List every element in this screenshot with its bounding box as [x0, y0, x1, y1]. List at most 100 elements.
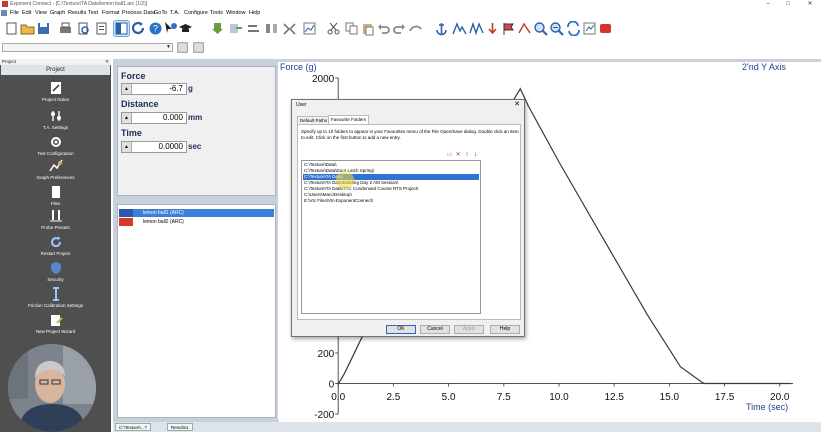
flag-icon[interactable] [501, 21, 516, 36]
y-tick-label: 200 [318, 349, 335, 360]
tab-results1[interactable]: Results1 [167, 423, 193, 431]
apply-button[interactable]: Apply [454, 325, 484, 334]
close-window-button[interactable]: ✕ [802, 0, 818, 8]
add-folder-icon[interactable]: ▭ [446, 152, 453, 159]
sort-icon[interactable] [264, 21, 279, 36]
undo-icon[interactable] [376, 21, 391, 36]
arrow-down-icon[interactable] [210, 21, 225, 36]
graduation-cap-icon[interactable] [178, 21, 193, 36]
project-item-label: Friction Calibration Settings [27, 303, 84, 308]
print-preview-icon[interactable] [76, 21, 91, 36]
menu-window[interactable]: Window [226, 9, 246, 17]
paste-icon[interactable] [360, 21, 375, 36]
menu-ta[interactable]: T.A. [170, 9, 179, 17]
project-item-friction-calibration[interactable]: Friction Calibration Settings [0, 287, 111, 308]
distance-spin-icon[interactable]: ▲ [122, 113, 132, 123]
merge-icon[interactable] [282, 21, 297, 36]
redo-icon[interactable] [392, 21, 407, 36]
help-icon[interactable]: ? [148, 21, 163, 36]
redo-all-icon[interactable] [408, 21, 423, 36]
move-down-icon[interactable]: ↓ [472, 152, 479, 159]
project-item-restart-project[interactable]: Restart Project [0, 235, 111, 256]
file-row-2[interactable]: lemon ball2 (ARC) [119, 218, 274, 226]
project-item-probe-presets[interactable]: Probe Presets [0, 209, 111, 230]
red-stop-icon[interactable] [598, 21, 613, 36]
project-item-new-project-wizard[interactable]: New Project Wizard [0, 313, 111, 334]
project-item-label: Graph Preferences [36, 175, 75, 180]
print-icon[interactable] [58, 21, 73, 36]
anchor-icon[interactable] [434, 21, 449, 36]
folder-list-tools: ▭ ✕ ↑ ↓ [446, 152, 479, 160]
document-tabs: C:\Texture\...? Results1 [113, 422, 821, 432]
menu-format[interactable]: Format [102, 9, 119, 17]
project-item-files[interactable]: Files [0, 185, 111, 206]
split-window-icon[interactable] [113, 20, 130, 37]
context-help-icon[interactable] [163, 21, 178, 36]
project-item-test-configuration[interactable]: Test Configuration [0, 135, 111, 156]
peak-marker-icon[interactable] [452, 21, 467, 36]
transfer-icon[interactable] [246, 21, 261, 36]
document-export-icon[interactable] [94, 21, 109, 36]
sync-icon[interactable] [566, 21, 581, 36]
file-row-1[interactable]: lemon ball1 (ARC) [119, 209, 274, 217]
minimize-button[interactable]: – [760, 0, 776, 8]
menu-tools[interactable]: Tools [210, 9, 223, 17]
notes-icon [50, 82, 61, 94]
cut-icon[interactable] [326, 21, 341, 36]
cancel-button[interactable]: Cancel [420, 325, 450, 334]
menu-test[interactable]: Test [88, 9, 98, 17]
tab-default-paths[interactable]: Default Paths [297, 116, 331, 124]
drop-marker-icon[interactable] [485, 21, 500, 36]
menu-configure[interactable]: Configure [184, 9, 208, 17]
tab-file-label: C:\Texture\...? [119, 425, 148, 430]
menu-help[interactable]: Help [249, 9, 260, 17]
save-icon[interactable] [36, 21, 51, 36]
zoom-out-icon[interactable] [549, 21, 564, 36]
copy-icon[interactable] [344, 21, 359, 36]
tab-file[interactable]: C:\Texture\...? [115, 423, 152, 431]
import-data-icon[interactable] [228, 21, 243, 36]
new-file-icon[interactable] [4, 21, 19, 36]
delete-folder-icon[interactable]: ✕ [455, 152, 462, 159]
file-select-combo[interactable]: ▼ [2, 43, 173, 52]
time-spin-icon[interactable]: ▲ [122, 142, 132, 152]
refresh-icon[interactable] [131, 21, 146, 36]
project-item-label: Files [50, 201, 61, 206]
move-up-icon[interactable]: ↑ [463, 152, 470, 159]
grid-icon[interactable] [176, 41, 189, 54]
favourite-folders-list[interactable]: C:\Texture\Data\ C:\Texture\Data\Door La… [301, 160, 481, 314]
menu-file[interactable]: File [10, 9, 19, 17]
ok-button[interactable]: OK [386, 325, 416, 334]
project-item-ta-settings[interactable]: T.A. Settings [0, 109, 111, 130]
graph-settings-icon[interactable] [302, 21, 317, 36]
menu-bar: File Edit View Graph Results Test Format… [0, 8, 821, 18]
zoom-in-icon[interactable] [533, 21, 548, 36]
grid-add-icon[interactable] [192, 41, 205, 54]
new-project-wizard-icon [50, 315, 63, 326]
menu-goto[interactable]: GoTo [154, 9, 167, 17]
line-marker-icon[interactable] [517, 21, 532, 36]
project-item-security[interactable]: Security [0, 261, 111, 282]
menu-view[interactable]: View [35, 9, 47, 17]
menu-process-data[interactable]: Process Data [122, 9, 155, 17]
project-item-label: Probe Presets [41, 225, 70, 230]
project-item-graph-preferences[interactable]: Graph Preferences [0, 159, 111, 180]
folder-item[interactable]: E:\Vtc Files\Vtc-ExponentConnect\ [303, 198, 479, 204]
menu-results[interactable]: Results [68, 9, 86, 17]
tab-favourite-folders[interactable]: Favourite Folders [328, 115, 370, 124]
series-color-swatch [119, 209, 133, 217]
security-icon [50, 262, 61, 274]
force-spin-icon[interactable]: ▲ [122, 84, 132, 94]
project-item-notes[interactable]: Project Notes [0, 81, 111, 102]
menu-edit[interactable]: Edit [22, 9, 31, 17]
dialog-close-icon[interactable]: ✕ [514, 101, 520, 109]
help-button[interactable]: Help [490, 325, 520, 334]
chart-icon[interactable] [582, 21, 597, 36]
force-label: Force [121, 71, 146, 81]
open-folder-icon[interactable] [20, 21, 35, 36]
maximize-button[interactable]: □ [780, 0, 796, 8]
cursor-highlight [336, 171, 354, 189]
tab-results1-label: Results1 [171, 425, 189, 430]
wave-marker-icon[interactable] [469, 21, 484, 36]
menu-graph[interactable]: Graph [50, 9, 65, 17]
